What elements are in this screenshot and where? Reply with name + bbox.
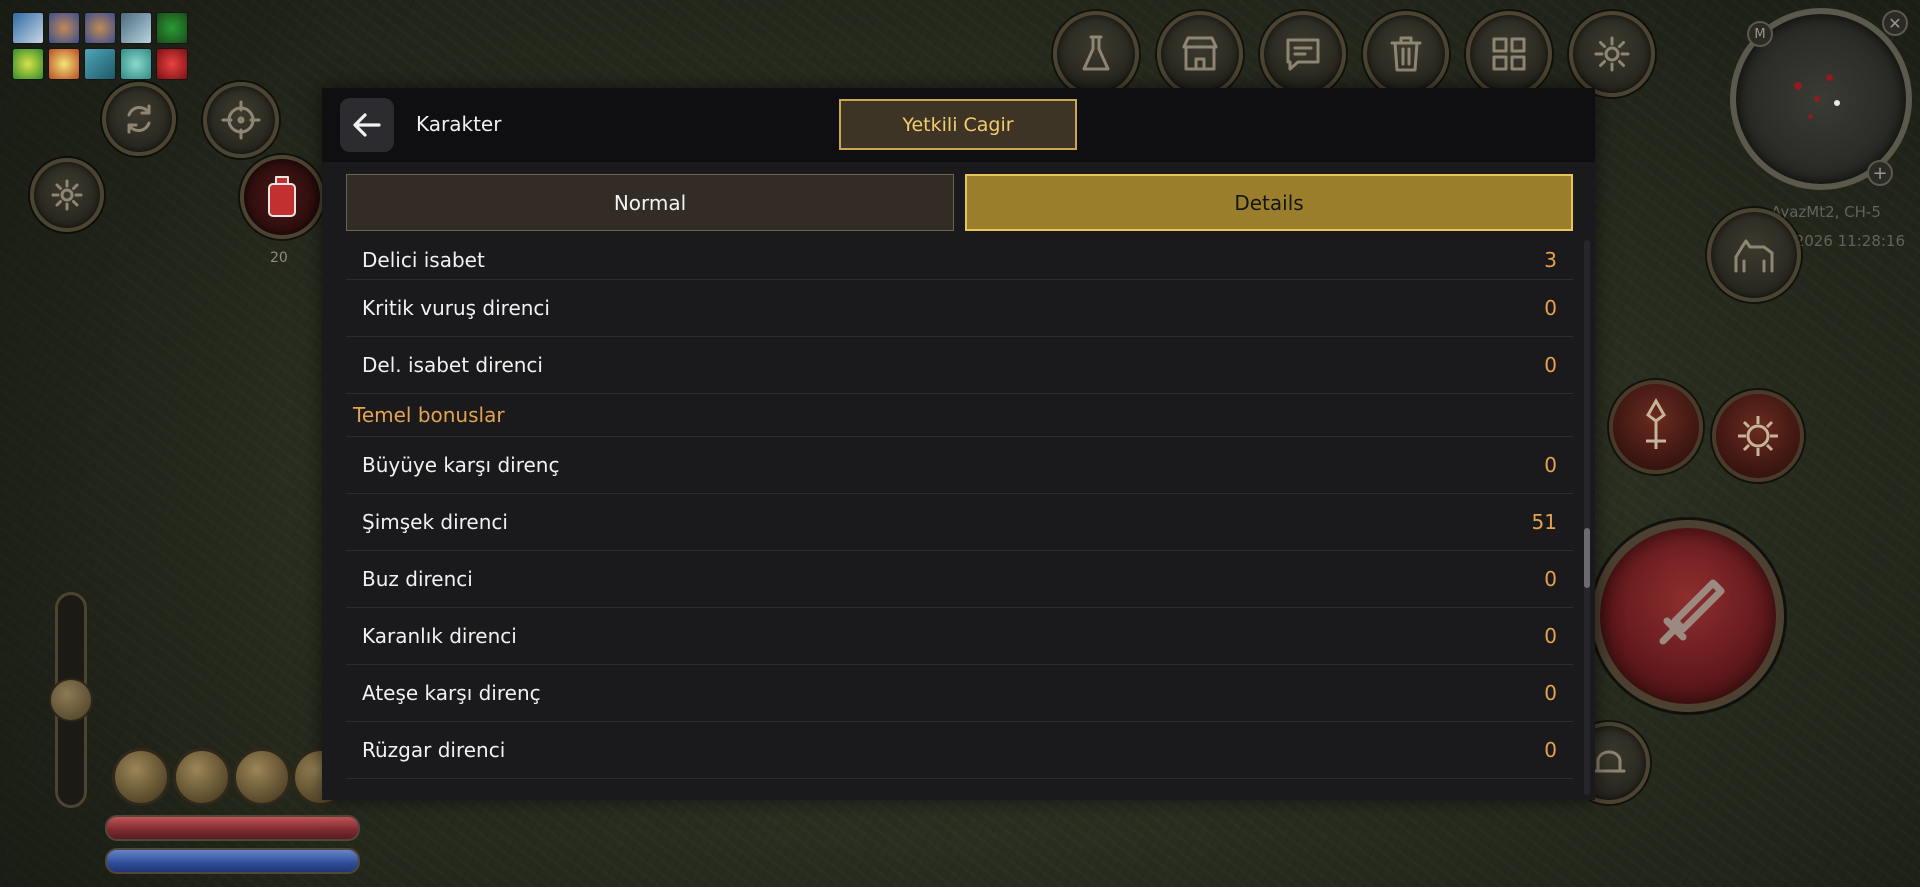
settings-menu-button[interactable] (1569, 11, 1655, 97)
scrollbar-thumb[interactable] (1584, 528, 1590, 588)
quick-slot[interactable] (112, 748, 170, 806)
minimap-marker (1814, 96, 1820, 102)
minimap-marker (1826, 74, 1833, 81)
attack-button[interactable] (1592, 520, 1784, 712)
stat-value: 0 (1544, 624, 1557, 648)
quick-settings-button[interactable] (30, 158, 104, 232)
zoom-in-icon[interactable]: + (1867, 160, 1893, 186)
buff-icon (156, 12, 188, 44)
stat-label: Ateşe karşı direnç (362, 681, 541, 705)
minimap-toggle[interactable]: M (1747, 21, 1773, 47)
saddle-icon (1592, 750, 1626, 773)
back-button[interactable] (340, 98, 394, 152)
buff-icon (12, 48, 44, 80)
panel-header: Karakter Yetkili Cagir (322, 88, 1595, 162)
quick-slot[interactable] (173, 748, 231, 806)
horse-icon (1734, 239, 1774, 273)
player-marker (1834, 100, 1840, 106)
arrow-left-icon (353, 113, 381, 137)
quick-slot[interactable] (233, 748, 291, 806)
mp-bar (105, 848, 360, 874)
minimap-marker (1794, 82, 1802, 90)
minimap-close-icon[interactable]: ✕ (1882, 10, 1908, 36)
minimap-marker (1808, 114, 1813, 119)
stat-label: Karanlık direnci (362, 624, 517, 648)
stat-row: Kritik vuruş direnci 0 (346, 280, 1573, 337)
stat-label: Rüzgar direnci (362, 738, 506, 762)
call-gm-button[interactable]: Yetkili Cagir (839, 99, 1077, 150)
potion-icon (268, 176, 296, 217)
buff-icon (48, 12, 80, 44)
chat-icon (1286, 38, 1320, 71)
flask-icon (1082, 35, 1110, 71)
auto-hunt-button[interactable] (102, 82, 176, 156)
skill-slot[interactable] (1712, 390, 1804, 482)
chat-menu-button[interactable] (1260, 11, 1346, 97)
stat-value: 0 (1544, 681, 1557, 705)
buff-icon (120, 12, 152, 44)
stat-value: 0 (1544, 353, 1557, 377)
refresh-icon (127, 104, 151, 134)
panel-title: Karakter (416, 112, 502, 136)
gear-icon (1594, 36, 1630, 72)
buff-icon (120, 48, 152, 80)
buff-icon (12, 12, 44, 44)
shop-icon (1182, 36, 1218, 71)
shop-menu-button[interactable] (1157, 11, 1243, 97)
mount-button[interactable] (1707, 208, 1801, 302)
camera-zoom-knob[interactable] (49, 678, 93, 722)
aura-skill-icon (1738, 416, 1778, 456)
buff-icons (12, 12, 188, 80)
stat-value: 0 (1544, 296, 1557, 320)
buff-icon (84, 48, 116, 80)
tab-normal[interactable]: Normal (346, 174, 954, 231)
buff-icon (156, 48, 188, 80)
stat-label: Del. isabet direnci (362, 353, 543, 377)
stat-row: Buz direnci 0 (346, 551, 1573, 608)
trash-menu-button[interactable] (1363, 11, 1449, 97)
potion-slot[interactable] (240, 155, 324, 239)
stat-label: Kritik vuruş direnci (362, 296, 550, 320)
stat-row: Ateşe karşı direnç 0 (346, 665, 1573, 722)
buff-icon (48, 48, 80, 80)
stat-value: 0 (1544, 453, 1557, 477)
skill-slot[interactable] (1609, 380, 1703, 474)
stats-list[interactable]: Delici isabet 3 Kritik vuruş direnci 0 D… (346, 240, 1573, 795)
sword-icon (1659, 579, 1725, 645)
buff-icon (84, 12, 116, 44)
stat-row: Delici isabet 3 (346, 240, 1573, 280)
stat-row: Del. isabet direnci 0 (346, 337, 1573, 394)
stat-row: Şimşek direnci 51 (346, 494, 1573, 551)
stat-value: 0 (1544, 738, 1557, 762)
stat-label: Delici isabet (362, 247, 485, 272)
stat-row: Büyüye karşı direnç 0 (346, 437, 1573, 494)
stat-label: Şimşek direnci (362, 510, 508, 534)
stat-row: Rüzgar direnci 0 (346, 722, 1573, 779)
grid-menu-button[interactable] (1466, 11, 1552, 97)
potion-count: 20 (270, 250, 288, 266)
stat-row: Karanlık direnci 0 (346, 608, 1573, 665)
stat-value: 3 (1544, 247, 1557, 272)
stat-value: 0 (1544, 567, 1557, 591)
potions-menu-button[interactable] (1053, 11, 1139, 97)
stats-scrollbar[interactable] (1584, 240, 1590, 795)
stat-label: Büyüye karşı direnç (362, 453, 560, 477)
stat-label: Buz direnci (362, 567, 473, 591)
stat-value: 51 (1531, 510, 1557, 534)
grid-icon (1492, 37, 1526, 71)
tab-details[interactable]: Details (965, 174, 1573, 231)
crosshair-icon (221, 100, 261, 140)
target-button[interactable] (203, 82, 279, 158)
character-panel: Karakter Yetkili Cagir Normal Details De… (322, 88, 1595, 800)
hp-bar (105, 815, 360, 841)
section-title: Temel bonuslar (346, 394, 1573, 437)
gear-icon (51, 179, 83, 211)
sword-skill-icon (1646, 397, 1666, 449)
trash-icon (1390, 36, 1422, 72)
